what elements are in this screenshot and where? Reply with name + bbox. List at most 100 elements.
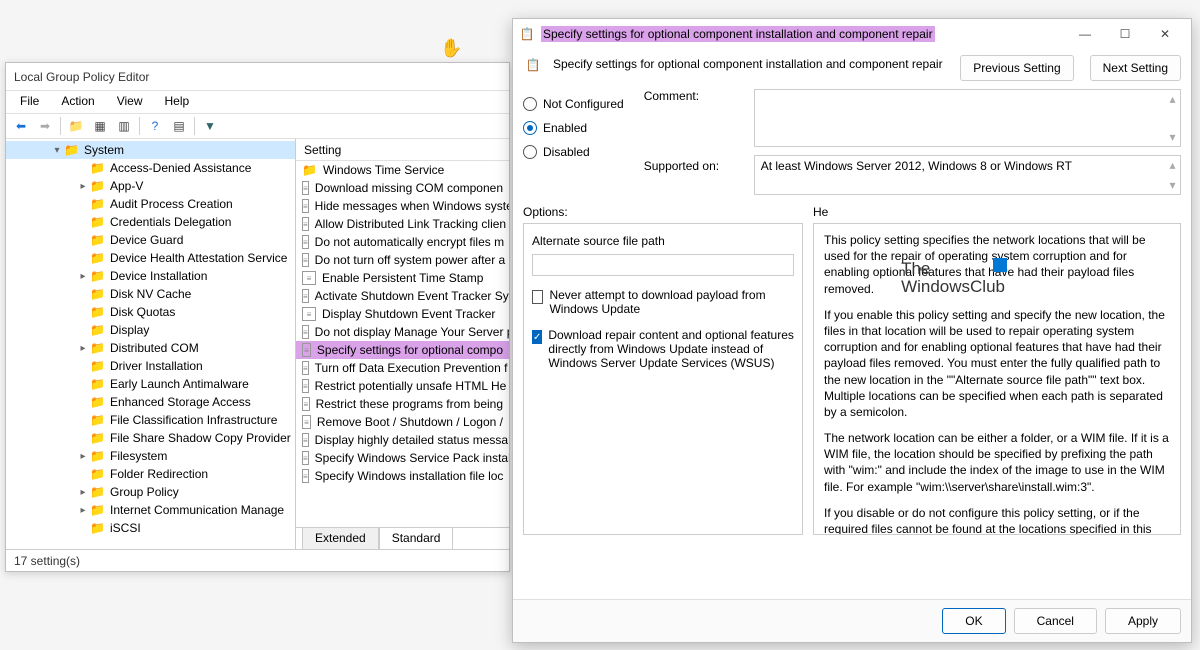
- forward-icon[interactable]: ➡: [34, 115, 56, 137]
- tab-extended[interactable]: Extended: [302, 528, 379, 549]
- scroll-up-icon[interactable]: ▴: [1169, 92, 1175, 106]
- setting-row[interactable]: ≡Specify Windows installation file loc: [296, 467, 509, 485]
- tree-node[interactable]: Driver Installation: [6, 357, 295, 375]
- export-icon[interactable]: ▥: [113, 115, 135, 137]
- setting-row[interactable]: ≡Restrict potentially unsafe HTML He: [296, 377, 509, 395]
- checkbox-download-from-wu[interactable]: [532, 330, 542, 344]
- expand-icon[interactable]: ▸: [76, 451, 90, 462]
- menu-view[interactable]: View: [107, 91, 153, 113]
- tree-node[interactable]: Access-Denied Assistance: [6, 159, 295, 177]
- scroll-up-icon[interactable]: ▴: [1169, 158, 1175, 172]
- expand-icon[interactable]: ▸: [76, 181, 90, 192]
- radio-label: Not Configured: [543, 97, 624, 111]
- folder-icon: [90, 323, 106, 337]
- tree-node-label: App-V: [110, 179, 143, 193]
- setting-row[interactable]: ≡Display Shutdown Event Tracker: [296, 305, 509, 323]
- apply-button[interactable]: Apply: [1105, 608, 1181, 634]
- radio-disabled[interactable]: Disabled: [523, 145, 624, 159]
- setting-icon: ≡: [302, 235, 309, 249]
- tree-node[interactable]: Enhanced Storage Access: [6, 393, 295, 411]
- gpedit-window: Local Group Policy Editor File Action Vi…: [5, 62, 510, 572]
- tree-node[interactable]: Early Launch Antimalware: [6, 375, 295, 393]
- tree-node[interactable]: ▸Internet Communication Manage: [6, 501, 295, 519]
- setting-row[interactable]: ≡Do not display Manage Your Server p: [296, 323, 509, 341]
- setting-row[interactable]: ≡Activate Shutdown Event Tracker Sys: [296, 287, 509, 305]
- setting-row[interactable]: ≡Restrict these programs from being: [296, 395, 509, 413]
- tree-node[interactable]: ▸Filesystem: [6, 447, 295, 465]
- help-icon[interactable]: ?: [144, 115, 166, 137]
- supported-text: At least Windows Server 2012, Windows 8 …: [761, 159, 1072, 173]
- setting-row[interactable]: ≡Do not turn off system power after a: [296, 251, 509, 269]
- up-folder-icon[interactable]: 📁: [65, 115, 87, 137]
- setting-row[interactable]: ≡Do not automatically encrypt files m: [296, 233, 509, 251]
- back-icon[interactable]: ⬅: [10, 115, 32, 137]
- grid-icon[interactable]: ▤: [168, 115, 190, 137]
- dialog-titlebar[interactable]: 📋 Specify settings for optional componen…: [513, 19, 1191, 49]
- tree-node[interactable]: Credentials Delegation: [6, 213, 295, 231]
- setting-label: Do not display Manage Your Server p: [315, 325, 509, 339]
- radio-enabled[interactable]: Enabled: [523, 121, 624, 135]
- list-column-header[interactable]: Setting: [296, 139, 509, 161]
- setting-row[interactable]: ≡Display highly detailed status messa: [296, 431, 509, 449]
- tree-node-system[interactable]: ▾ System: [6, 141, 295, 159]
- tree-node-label: Device Guard: [110, 233, 183, 247]
- next-setting-button[interactable]: Next Setting: [1090, 55, 1181, 81]
- tree-node[interactable]: iSCSI: [6, 519, 295, 537]
- filter-icon[interactable]: ▼: [199, 115, 221, 137]
- scroll-down-icon[interactable]: ▾: [1169, 178, 1175, 192]
- tree-node[interactable]: Disk NV Cache: [6, 285, 295, 303]
- setting-row[interactable]: ≡Specify Windows Service Pack instal: [296, 449, 509, 467]
- radio-not-configured[interactable]: Not Configured: [523, 97, 624, 111]
- gpedit-tree[interactable]: ▾ System Access-Denied Assistance ▸ App-V A…: [6, 139, 296, 549]
- expand-icon[interactable]: ▸: [76, 271, 90, 282]
- checkbox-never-download[interactable]: [532, 290, 543, 304]
- expand-icon[interactable]: ▸: [76, 487, 90, 498]
- tree-node-label: Early Launch Antimalware: [110, 377, 249, 391]
- comment-textarea[interactable]: ▴▾: [754, 89, 1181, 147]
- alternate-source-path-input[interactable]: [532, 254, 794, 276]
- tree-node[interactable]: Disk Quotas: [6, 303, 295, 321]
- tab-standard[interactable]: Standard: [379, 528, 454, 549]
- previous-setting-button[interactable]: Previous Setting: [960, 55, 1073, 81]
- expand-icon[interactable]: ▸: [76, 343, 90, 354]
- setting-row[interactable]: Windows Time Service: [296, 161, 509, 179]
- expand-icon[interactable]: ▸: [76, 505, 90, 516]
- setting-row[interactable]: ≡Allow Distributed Link Tracking clien: [296, 215, 509, 233]
- setting-row[interactable]: ≡Turn off Data Execution Prevention f: [296, 359, 509, 377]
- minimize-icon[interactable]: —: [1065, 21, 1105, 47]
- tree-node[interactable]: File Classification Infrastructure: [6, 411, 295, 429]
- scroll-down-icon[interactable]: ▾: [1169, 130, 1175, 144]
- tree-node[interactable]: File Share Shadow Copy Provider: [6, 429, 295, 447]
- tree-node[interactable]: ▸Device Installation: [6, 267, 295, 285]
- collapse-icon[interactable]: ▾: [50, 145, 64, 156]
- tree-node[interactable]: Audit Process Creation: [6, 195, 295, 213]
- menu-file[interactable]: File: [10, 91, 49, 113]
- tree-node[interactable]: Device Guard: [6, 231, 295, 249]
- tree-node[interactable]: ▸Distributed COM: [6, 339, 295, 357]
- cancel-button[interactable]: Cancel: [1014, 608, 1097, 634]
- tree-node[interactable]: Display: [6, 321, 295, 339]
- setting-icon: ≡: [302, 253, 309, 267]
- tree-node[interactable]: ▸ App-V: [6, 177, 295, 195]
- close-icon[interactable]: ✕: [1145, 21, 1185, 47]
- setting-icon: ≡: [302, 451, 309, 465]
- setting-label: Activate Shutdown Event Tracker Sys: [315, 289, 509, 303]
- list-view-tabs: Extended Standard: [296, 527, 509, 549]
- setting-row[interactable]: ≡Hide messages when Windows syste: [296, 197, 509, 215]
- setting-row[interactable]: ≡Specify settings for optional compo: [296, 341, 509, 359]
- setting-row[interactable]: ≡Download missing COM componen: [296, 179, 509, 197]
- tree-node[interactable]: Folder Redirection: [6, 465, 295, 483]
- checkbox-label: Download repair content and optional fea…: [548, 328, 794, 370]
- menu-help[interactable]: Help: [155, 91, 200, 113]
- setting-row[interactable]: ≡Enable Persistent Time Stamp: [296, 269, 509, 287]
- list-view-icon[interactable]: ▦: [89, 115, 111, 137]
- policy-dialog-window: 📋 Specify settings for optional componen…: [512, 18, 1192, 643]
- tree-node[interactable]: Device Health Attestation Service: [6, 249, 295, 267]
- setting-row[interactable]: ≡Remove Boot / Shutdown / Logon /: [296, 413, 509, 431]
- tree-node[interactable]: ▸Group Policy: [6, 483, 295, 501]
- ok-button[interactable]: OK: [942, 608, 1005, 634]
- folder-icon: [90, 251, 106, 265]
- watermark-line1: The: [901, 260, 1005, 278]
- maximize-icon[interactable]: ☐: [1105, 21, 1145, 47]
- menu-action[interactable]: Action: [51, 91, 104, 113]
